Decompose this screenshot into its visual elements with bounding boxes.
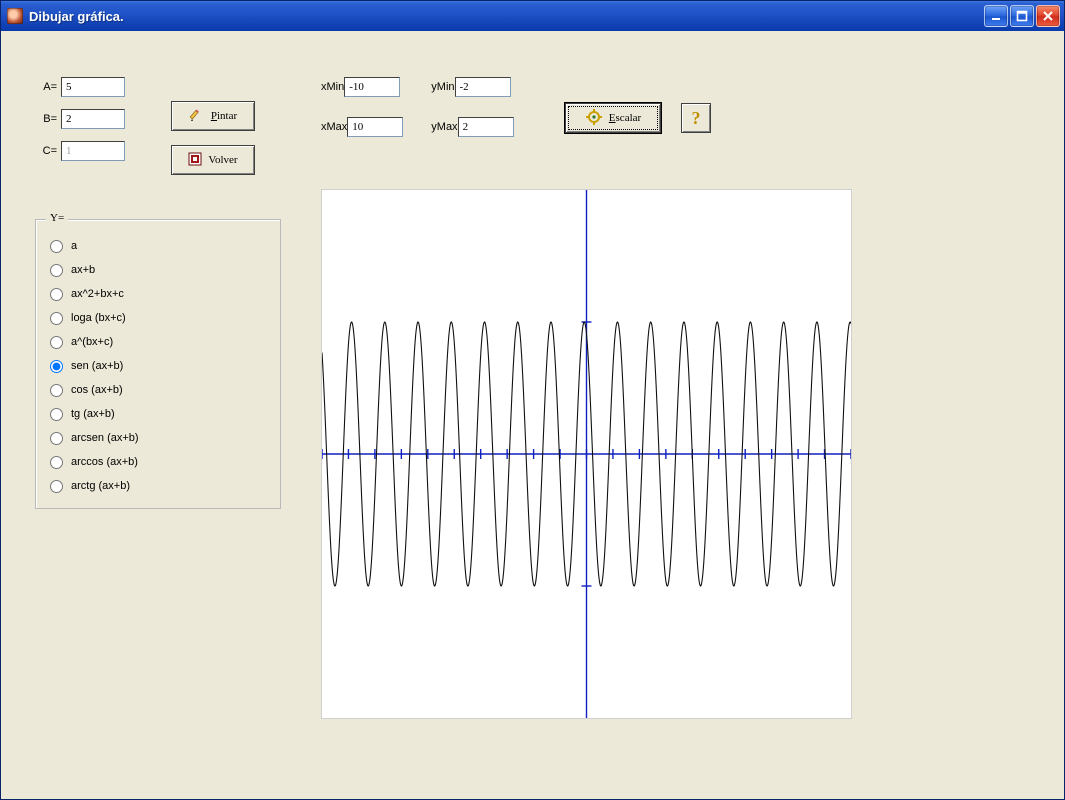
function-radio-sen[interactable] xyxy=(50,360,63,373)
b-input[interactable] xyxy=(61,109,125,129)
pencil-icon xyxy=(189,107,205,126)
scale-icon xyxy=(585,109,603,128)
function-option-apow[interactable]: a^(bx+c) xyxy=(50,330,266,354)
app-window: Dibujar gráfica. A= B= C= xyxy=(0,0,1065,800)
function-radio-arccos[interactable] xyxy=(50,456,63,469)
volver-button[interactable]: Volver xyxy=(171,145,255,175)
c-label: C= xyxy=(35,145,61,157)
app-icon xyxy=(7,8,23,24)
pintar-button[interactable]: Pintar xyxy=(171,101,255,131)
function-label-a: a xyxy=(71,240,77,252)
xmin-input[interactable] xyxy=(344,77,400,97)
function-option-loga[interactable]: loga (bx+c) xyxy=(50,306,266,330)
plot-canvas xyxy=(322,190,851,718)
close-button[interactable] xyxy=(1036,5,1060,27)
a-label: A= xyxy=(35,81,61,93)
function-label-apow: a^(bx+c) xyxy=(71,336,113,348)
exit-icon xyxy=(188,152,202,169)
function-option-cos[interactable]: cos (ax+b) xyxy=(50,378,266,402)
function-label-axb: ax+b xyxy=(71,264,95,276)
function-label-tg: tg (ax+b) xyxy=(71,408,115,420)
function-label-loga: loga (bx+c) xyxy=(71,312,126,324)
function-radio-axb[interactable] xyxy=(50,264,63,277)
function-option-arcsen[interactable]: arcsen (ax+b) xyxy=(50,426,266,450)
ymin-label: yMin xyxy=(431,81,454,93)
escalar-button[interactable]: Escalar xyxy=(565,103,661,133)
function-option-quad[interactable]: ax^2+bx+c xyxy=(50,282,266,306)
range-panel: xMin yMin xMax yMax xyxy=(321,77,514,137)
function-label-arctg: arctg (ax+b) xyxy=(71,480,130,492)
xmax-label: xMax xyxy=(321,121,347,133)
function-label-cos: cos (ax+b) xyxy=(71,384,123,396)
client-area: A= B= C= Pin xyxy=(1,31,1064,799)
a-input[interactable] xyxy=(61,77,125,97)
function-radio-cos[interactable] xyxy=(50,384,63,397)
b-label: B= xyxy=(35,113,61,125)
ymax-label: yMax xyxy=(431,121,457,133)
function-option-arctg[interactable]: arctg (ax+b) xyxy=(50,474,266,498)
function-label-arcsen: arcsen (ax+b) xyxy=(71,432,139,444)
window-buttons xyxy=(984,5,1060,27)
function-option-tg[interactable]: tg (ax+b) xyxy=(50,402,266,426)
function-option-arccos[interactable]: arccos (ax+b) xyxy=(50,450,266,474)
ymax-input[interactable] xyxy=(458,117,514,137)
function-radio-apow[interactable] xyxy=(50,336,63,349)
function-radio-arctg[interactable] xyxy=(50,480,63,493)
c-input[interactable] xyxy=(61,141,125,161)
coefficients-panel: A= B= C= xyxy=(35,71,125,167)
title-bar: Dibujar gráfica. xyxy=(1,1,1064,31)
function-radio-loga[interactable] xyxy=(50,312,63,325)
minimize-button[interactable] xyxy=(984,5,1008,27)
action-buttons: Pintar Volver xyxy=(171,101,255,175)
xmin-label: xMin xyxy=(321,81,344,93)
function-option-a[interactable]: a xyxy=(50,234,266,258)
xmax-input[interactable] xyxy=(347,117,403,137)
escalar-row: Escalar ? xyxy=(565,103,711,133)
function-label-quad: ax^2+bx+c xyxy=(71,288,124,300)
escalar-label: Escalar xyxy=(609,112,641,124)
help-button[interactable]: ? xyxy=(681,103,711,133)
pintar-label: Pintar xyxy=(211,110,237,122)
plot-area xyxy=(321,189,852,719)
function-label-arccos: arccos (ax+b) xyxy=(71,456,138,468)
maximize-button[interactable] xyxy=(1010,5,1034,27)
function-radio-arcsen[interactable] xyxy=(50,432,63,445)
function-groupbox: Y= aax+bax^2+bx+cloga (bx+c)a^(bx+c)sen … xyxy=(35,219,281,509)
volver-label: Volver xyxy=(208,154,237,166)
window-title: Dibujar gráfica. xyxy=(29,9,984,24)
function-legend: Y= xyxy=(46,212,68,224)
function-option-sen[interactable]: sen (ax+b) xyxy=(50,354,266,378)
function-radio-a[interactable] xyxy=(50,240,63,253)
function-radio-quad[interactable] xyxy=(50,288,63,301)
function-options: a ax+b ax^2+bx+c loga (bx+c) a^(bx+c) sen (ax… xyxy=(50,234,266,498)
function-label-sen: sen (ax+b) xyxy=(71,360,123,372)
ymin-input[interactable] xyxy=(455,77,511,97)
help-icon: ? xyxy=(692,109,701,127)
function-option-axb[interactable]: ax+b xyxy=(50,258,266,282)
function-radio-tg[interactable] xyxy=(50,408,63,421)
